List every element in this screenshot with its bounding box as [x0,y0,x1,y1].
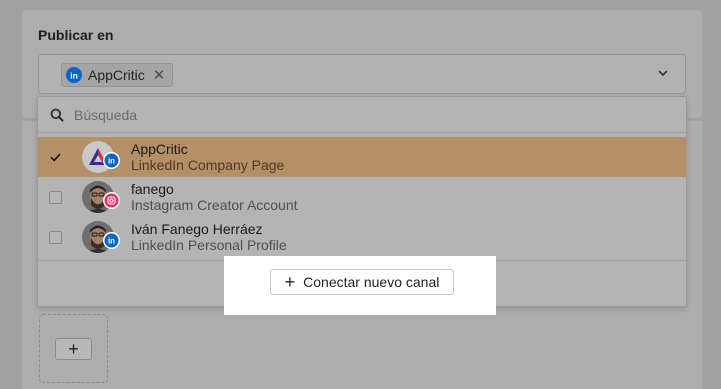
plus-icon: + [284,272,296,292]
svg-text:in: in [108,157,115,166]
add-media-tile: + [39,314,108,383]
channel-option-ivan[interactable]: in Iván Fanego Herráez LinkedIn Personal… [38,217,686,257]
channel-name: Iván Fanego Herráez [131,220,263,237]
checkbox[interactable] [49,190,62,204]
connect-highlight: + Conectar nuevo canal [224,256,496,315]
chevron-down-icon[interactable] [657,67,669,79]
section-title: Publicar en [38,27,114,43]
search-row [38,97,686,133]
channel-name: AppCritic [131,140,188,157]
svg-text:in: in [108,237,115,246]
add-button[interactable]: + [55,338,92,360]
connect-label: Conectar nuevo canal [303,274,440,290]
check-icon [50,153,61,161]
linkedin-icon: in [66,67,82,83]
channel-select[interactable]: in AppCritic ✕ [38,54,686,94]
selected-channel-chip: in AppCritic ✕ [61,63,173,87]
linkedin-icon: in [103,232,120,249]
channel-type: Instagram Creator Account [131,196,298,213]
chip-label: AppCritic [88,67,145,83]
connect-new-channel-button[interactable]: + Conectar nuevo canal [270,269,454,295]
checkbox-checked[interactable] [49,151,62,164]
search-icon [50,108,64,121]
channel-name: fanego [131,180,174,197]
avatar [82,181,120,213]
instagram-icon [103,192,120,209]
channel-option-fanego[interactable]: fanego Instagram Creator Account [38,177,686,217]
channel-option-appcritic[interactable]: in AppCritic LinkedIn Company Page [38,137,686,177]
search-input[interactable] [74,106,634,123]
svg-text:in: in [70,71,78,81]
avatar: in [82,221,120,253]
channel-type: LinkedIn Personal Profile [131,236,287,253]
linkedin-icon: in [103,152,120,169]
channel-type: LinkedIn Company Page [131,156,285,173]
avatar: in [82,141,120,173]
chip-remove-icon[interactable]: ✕ [153,68,166,83]
checkbox[interactable] [49,230,62,244]
